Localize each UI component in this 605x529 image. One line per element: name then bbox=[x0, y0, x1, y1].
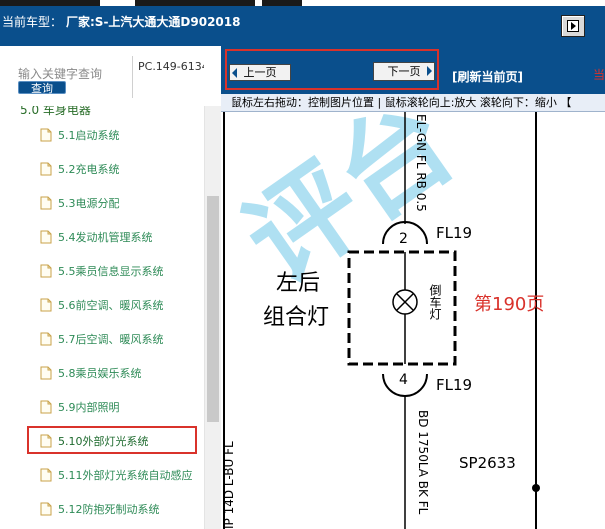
component-name-line2: 组合灯 bbox=[263, 305, 329, 330]
document-icon bbox=[40, 196, 52, 210]
document-icon bbox=[40, 128, 52, 142]
document-icon bbox=[40, 264, 52, 278]
tree-item-label: 5.6前空调、暖风系统 bbox=[58, 299, 164, 312]
connector-label-bottom: FL19 bbox=[436, 376, 472, 394]
tree-item[interactable]: 5.4发动机管理系统 bbox=[40, 226, 153, 248]
tree-item-label: 5.5乘员信息显示系统 bbox=[58, 265, 164, 278]
help-bar: 鼠标左右拖动：控制图片位置 | 鼠标滚轮向上:放大 滚轮向下：缩小 【 bbox=[221, 94, 605, 112]
tree-item[interactable]: 5.6前空调、暖风系统 bbox=[40, 294, 164, 316]
divider bbox=[132, 56, 133, 98]
selection-highlight bbox=[27, 426, 197, 454]
vehicle-value: 厂家:S-上汽大通大通D902018 bbox=[66, 15, 241, 29]
tree-item[interactable]: 5.2充电系统 bbox=[40, 158, 120, 180]
page-label: 第190页 bbox=[474, 294, 544, 315]
wire-label-top: EL-GN FL RB 0.5 bbox=[414, 114, 428, 212]
nav-overflow-text: 当 bbox=[593, 68, 605, 82]
tree-item-label: 5.8乘员娱乐系统 bbox=[58, 367, 142, 380]
splice-label: SP2633 bbox=[459, 454, 516, 472]
right-panel: 上一页 下一页 [刷新当前页] 当 鼠标左右拖动：控制图片位置 | 鼠标滚轮向上… bbox=[221, 46, 605, 529]
tree-item-label: 5.9内部照明 bbox=[58, 401, 120, 414]
tree-view: 5.0 车身电器 5.1启动系统 5.2充电系统 5.3电源分配 5.4发动机管… bbox=[0, 106, 204, 529]
document-icon bbox=[40, 502, 52, 516]
refresh-page-link[interactable]: [刷新当前页] bbox=[452, 68, 523, 85]
connector-label-top: FL19 bbox=[436, 224, 472, 242]
tree-item-label: 5.1启动系统 bbox=[58, 129, 120, 142]
document-icon bbox=[40, 468, 52, 482]
splice-node bbox=[532, 484, 540, 492]
document-icon bbox=[40, 298, 52, 312]
tree-item[interactable]: 5.9内部照明 bbox=[40, 396, 120, 418]
pin-number-bottom: 4 bbox=[399, 372, 408, 388]
vehicle-label: 当前车型： bbox=[2, 15, 63, 29]
tree-item[interactable]: 5.5乘员信息显示系统 bbox=[40, 260, 164, 282]
arrow-right-icon bbox=[567, 20, 579, 32]
tree-item[interactable]: 5.3电源分配 bbox=[40, 192, 120, 214]
search-input[interactable] bbox=[18, 66, 104, 82]
tree-item-label: 5.4发动机管理系统 bbox=[58, 231, 153, 244]
collapse-button[interactable] bbox=[561, 15, 585, 37]
tree-item-label: 5.7后空调、暖风系统 bbox=[58, 333, 164, 346]
nav-highlight-box bbox=[225, 49, 439, 90]
tree-scrollbar[interactable] bbox=[204, 106, 221, 529]
pc-code: PC.149-6134 bbox=[138, 60, 204, 73]
left-panel: 查询 PC.149-6134 5.0 车身电器 5.1启动系统 5.2充电系统 … bbox=[0, 46, 221, 529]
diagram-canvas: 评台 EL-GN FL RB 0.5 2 FL19 倒车灯 左后 组合灯 第19… bbox=[222, 112, 544, 529]
wire-label-bottom: BD 1750LA BK FL bbox=[416, 410, 430, 515]
header-bar: 当前车型： 厂家:S-上汽大通大通D902018 bbox=[0, 6, 605, 46]
tree-item-label: 5.2充电系统 bbox=[58, 163, 120, 176]
document-icon bbox=[40, 162, 52, 176]
page-nav-bar: 上一页 下一页 [刷新当前页] 当 bbox=[221, 46, 605, 94]
tree-item[interactable]: 5.1启动系统 bbox=[40, 124, 120, 146]
wiring-diagram[interactable]: 评台 EL-GN FL RB 0.5 2 FL19 倒车灯 左后 组合灯 第19… bbox=[221, 112, 605, 529]
tree-item[interactable]: 5.11外部灯光系统自动感应 bbox=[40, 464, 193, 486]
query-button[interactable]: 查询 bbox=[18, 81, 66, 95]
lamp-label: 倒车灯 bbox=[428, 284, 442, 321]
document-icon bbox=[40, 332, 52, 346]
document-icon bbox=[40, 400, 52, 414]
document-icon bbox=[40, 230, 52, 244]
tree-item-label: 5.12防抱死制动系统 bbox=[58, 503, 160, 516]
wire-label-left: IP 14D L-BU FL bbox=[222, 441, 236, 529]
scrollbar-thumb[interactable] bbox=[207, 196, 219, 422]
tree-item-partial[interactable]: 5.0 车身电器 bbox=[20, 106, 180, 118]
tree-item[interactable]: 5.8乘员娱乐系统 bbox=[40, 362, 142, 384]
document-icon bbox=[40, 366, 52, 380]
tree-item[interactable]: 5.12防抱死制动系统 bbox=[40, 498, 160, 520]
tree-item-label: 5.3电源分配 bbox=[58, 197, 120, 210]
component-name-line1: 左后 bbox=[276, 271, 320, 296]
tree-item-label: 5.11外部灯光系统自动感应 bbox=[58, 469, 193, 482]
tree-item[interactable]: 5.7后空调、暖风系统 bbox=[40, 328, 164, 350]
pin-number-top: 2 bbox=[399, 231, 408, 247]
